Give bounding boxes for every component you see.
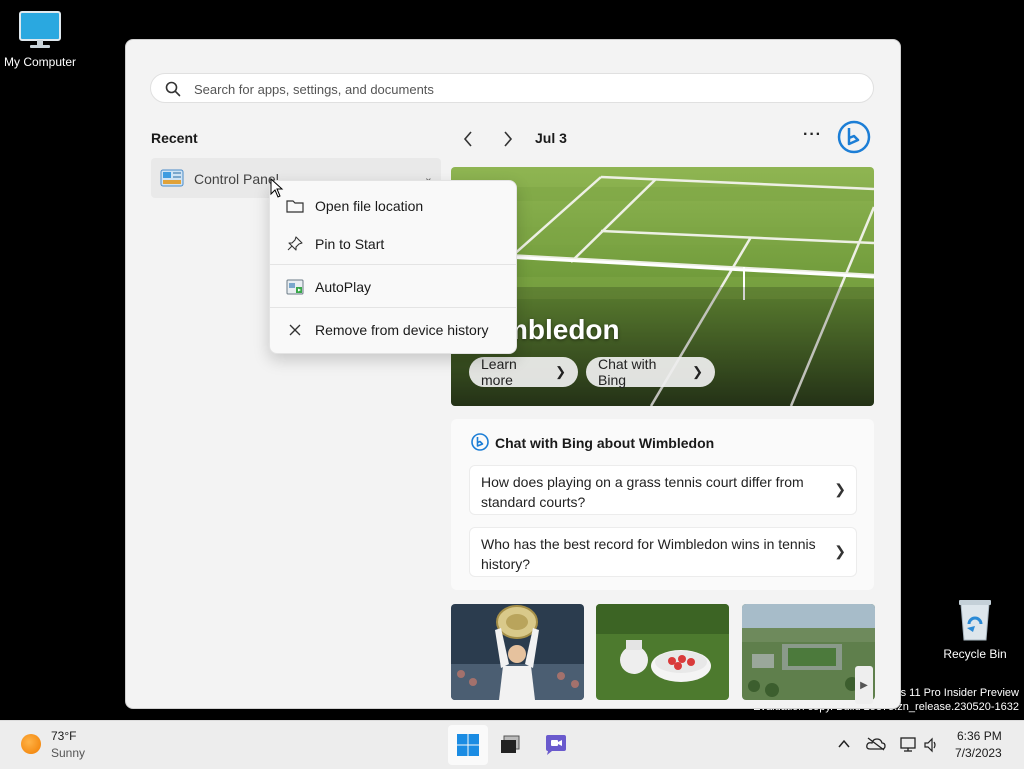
mouse-cursor-icon bbox=[270, 178, 284, 198]
chevron-right-icon: ❯ bbox=[555, 364, 566, 379]
recycle-bin-label: Recycle Bin bbox=[943, 647, 1007, 661]
chat-card-title: Chat with Bing about Wimbledon bbox=[495, 435, 715, 451]
bing-icon bbox=[837, 120, 871, 154]
teams-chat-icon bbox=[546, 735, 566, 755]
chevron-left-icon bbox=[463, 131, 472, 147]
chevron-right-icon: ❯ bbox=[834, 543, 846, 559]
close-icon bbox=[289, 324, 301, 336]
recent-item-label: Control Panel bbox=[194, 171, 279, 187]
chat-with-bing-button[interactable]: Chat with Bing ❯ bbox=[586, 356, 715, 388]
bing-chat-card: Chat with Bing about Wimbledon How does … bbox=[451, 419, 874, 590]
network-icon[interactable] bbox=[899, 737, 917, 753]
context-menu: Open file location Pin to Start AutoPlay… bbox=[269, 180, 517, 354]
trophy-player-image bbox=[451, 604, 584, 700]
chat-question-text: Who has the best record for Wimbledon wi… bbox=[481, 536, 816, 572]
menu-item-remove-from-history[interactable]: Remove from device history bbox=[274, 313, 512, 347]
menu-item-label: Remove from device history bbox=[315, 322, 489, 338]
start-button[interactable] bbox=[448, 725, 488, 765]
task-view-button[interactable] bbox=[490, 725, 530, 765]
task-view-icon bbox=[501, 735, 520, 753]
menu-separator bbox=[270, 264, 516, 265]
learn-more-button[interactable]: Learn more ❯ bbox=[469, 356, 578, 388]
my-computer-desktop-icon[interactable]: My Computer bbox=[0, 10, 80, 69]
weather-condition: Sunny bbox=[51, 746, 86, 760]
news-thumbnail-trophy[interactable] bbox=[451, 604, 584, 700]
recycle-bin-icon bbox=[959, 600, 991, 641]
recent-heading: Recent bbox=[151, 130, 198, 146]
chevron-right-icon: ❯ bbox=[834, 481, 846, 497]
chat-question-button[interactable]: Who has the best record for Wimbledon wi… bbox=[469, 527, 857, 577]
menu-item-open-file-location[interactable]: Open file location bbox=[274, 189, 512, 223]
previous-day-button[interactable] bbox=[456, 128, 480, 150]
chat-question-text: How does playing on a grass tennis court… bbox=[481, 474, 804, 510]
folder-icon bbox=[286, 200, 304, 213]
chat-question-button[interactable]: How does playing on a grass tennis court… bbox=[469, 465, 857, 515]
next-day-button[interactable] bbox=[496, 128, 520, 150]
search-icon bbox=[165, 81, 181, 97]
chat-app-button[interactable] bbox=[536, 725, 576, 765]
menu-separator bbox=[270, 307, 516, 308]
widget-date: Jul 3 bbox=[535, 130, 567, 146]
start-menu: Recent Control Panel ⌄ Jul 3 ··· bbox=[125, 39, 901, 709]
bing-button[interactable] bbox=[837, 120, 871, 159]
thumbnail-scroll-right-button[interactable]: ▶ bbox=[855, 666, 873, 704]
chevron-right-icon: ▶ bbox=[860, 679, 868, 691]
strawberries-image bbox=[596, 604, 729, 700]
search-box[interactable] bbox=[150, 73, 874, 103]
my-computer-label: My Computer bbox=[3, 55, 77, 69]
news-thumbnail-strawberries[interactable] bbox=[596, 604, 729, 700]
autoplay-icon bbox=[286, 279, 304, 295]
windows-logo-icon bbox=[457, 734, 479, 756]
chat-with-bing-label: Chat with Bing bbox=[598, 356, 657, 388]
show-hidden-icons-chevron-up-icon[interactable] bbox=[837, 737, 851, 751]
more-dots-icon[interactable]: ··· bbox=[803, 126, 822, 144]
menu-item-label: AutoPlay bbox=[315, 279, 372, 295]
menu-item-pin-to-start[interactable]: Pin to Start bbox=[274, 227, 512, 261]
sun-icon bbox=[21, 734, 41, 754]
menu-item-label: Open file location bbox=[315, 198, 424, 214]
onedrive-offline-icon[interactable] bbox=[866, 737, 886, 751]
menu-item-label: Pin to Start bbox=[315, 236, 385, 252]
pin-icon bbox=[287, 236, 303, 251]
search-input[interactable] bbox=[192, 78, 856, 100]
learn-more-label: Learn more bbox=[481, 356, 517, 388]
chevron-right-icon: ❯ bbox=[692, 364, 703, 379]
bing-icon bbox=[471, 433, 489, 451]
monitor-icon bbox=[19, 11, 61, 48]
menu-item-autoplay[interactable]: AutoPlay bbox=[274, 270, 512, 304]
control-panel-icon bbox=[160, 169, 184, 187]
chevron-right-icon bbox=[504, 131, 513, 147]
volume-icon[interactable] bbox=[923, 737, 939, 753]
clock-time: 6:36 PM bbox=[957, 729, 1002, 743]
taskbar: 73°F Sunny 6:36 PM 7/3/2023 bbox=[0, 720, 1024, 769]
weather-temperature: 73°F bbox=[51, 729, 77, 743]
clock-date: 7/3/2023 bbox=[955, 746, 1002, 760]
recycle-bin-desktop-icon[interactable]: Recycle Bin bbox=[935, 598, 1015, 661]
